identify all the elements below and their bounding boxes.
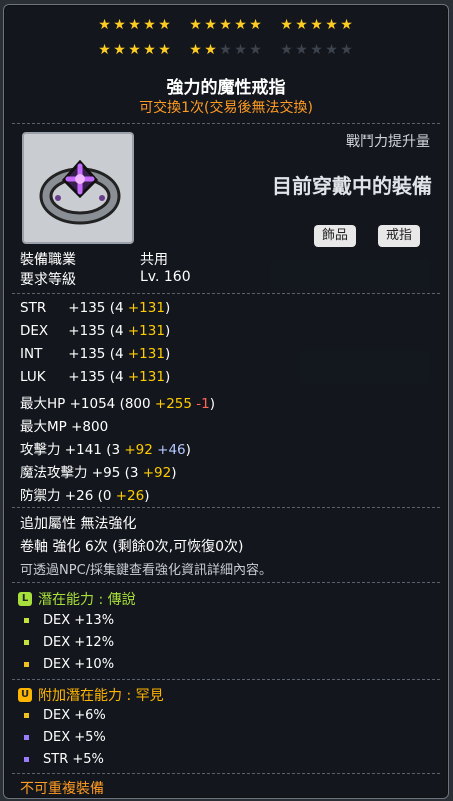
potential-label: 潛在能力 : 傳說 [38, 592, 136, 608]
npc-note: 可透過NPC/採集鍵查看強化資訊詳細內容。 [20, 563, 273, 578]
star-filled-icon: ★ [98, 17, 111, 33]
star-filled-icon: ★ [204, 17, 217, 33]
divider [12, 507, 440, 508]
bullet-icon [24, 757, 29, 762]
star-filled-icon: ★ [158, 17, 171, 33]
potential-line: DEX +10% [24, 657, 114, 672]
additional-potential-line: STR +5% [24, 752, 104, 767]
divider [12, 293, 440, 294]
additional-attribute: 追加屬性 無法強化 [20, 516, 137, 532]
divider [12, 773, 440, 774]
star-empty-icon: ★ [249, 42, 262, 58]
bullet-icon [24, 735, 29, 740]
purple-cross-ring-icon [39, 159, 121, 225]
divider [12, 582, 440, 583]
star-empty-icon: ★ [340, 42, 353, 58]
star-filled-icon: ★ [128, 42, 141, 58]
stat-str: STR +135 (4 +131) [20, 300, 171, 316]
star-filled-icon: ★ [113, 42, 126, 58]
star-filled-icon: ★ [204, 42, 217, 58]
star-filled-icon: ★ [189, 17, 202, 33]
potential-line: DEX +13% [24, 613, 114, 628]
star-empty-icon: ★ [219, 42, 232, 58]
star-group: ★ ★ ★ ★ ★ [279, 43, 354, 58]
star-filled-icon: ★ [98, 42, 111, 58]
star-group: ★ ★ ★ ★ ★ [279, 18, 354, 33]
potential-header: L 潛在能力 : 傳說 [18, 589, 136, 609]
star-filled-icon: ★ [310, 17, 323, 33]
star-filled-icon: ★ [143, 42, 156, 58]
star-filled-icon: ★ [249, 17, 262, 33]
additional-potential-line: DEX +5% [24, 730, 106, 745]
star-force-row-2: ★ ★ ★ ★ ★ ★ ★ ★ ★ ★ ★ ★ ★ ★ ★ [97, 43, 370, 58]
level-value: Lv. 160 [140, 269, 191, 285]
star-filled-icon: ★ [219, 17, 232, 33]
stat-attack: 攻擊力 +141 (3 +92 +46) [20, 442, 191, 458]
additional-potential-line: DEX +6% [24, 708, 106, 723]
bullet-icon [24, 618, 29, 623]
level-row: 要求等級 Lv. 160 [20, 269, 191, 289]
star-filled-icon: ★ [280, 17, 293, 33]
unique-equip-note: 不可重複裝備 [20, 781, 104, 797]
star-empty-icon: ★ [325, 42, 338, 58]
stat-int: INT +135 (4 +131) [20, 346, 171, 362]
stat-max-hp: 最大HP +1054 (800 +255 -1) [20, 396, 216, 412]
star-empty-icon: ★ [280, 42, 293, 58]
stat-magic-attack: 魔法攻擊力 +95 (3 +92) [20, 465, 177, 481]
job-row: 裝備職業 共用 [20, 249, 168, 269]
scroll-upgrades: 卷軸 強化 6次 (剩餘0次,可恢復0次) [20, 539, 244, 555]
stat-luk: LUK +135 (4 +131) [20, 369, 171, 385]
type-badge: 戒指 [378, 225, 421, 247]
star-filled-icon: ★ [340, 17, 353, 33]
star-filled-icon: ★ [325, 17, 338, 33]
star-group: ★ ★ ★ ★ ★ [97, 18, 172, 33]
star-empty-icon: ★ [295, 42, 308, 58]
bullet-icon [24, 640, 29, 645]
star-filled-icon: ★ [234, 17, 247, 33]
item-icon-frame [22, 132, 134, 244]
star-group: ★ ★ ★ ★ ★ [188, 43, 263, 58]
star-force-row-1: ★ ★ ★ ★ ★ ★ ★ ★ ★ ★ ★ ★ ★ ★ ★ [97, 18, 370, 33]
item-tooltip: ★ ★ ★ ★ ★ ★ ★ ★ ★ ★ ★ ★ ★ ★ ★ ★ ★ ★ ★ ★ ★ ★ ★ ★ ★ ★ ★ ★ ★ ★ 強力的魔… [3, 4, 449, 799]
potential-line: DEX +12% [24, 635, 114, 650]
additional-potential-header: U 附加潛在能力 : 罕見 [18, 685, 164, 705]
stat-max-mp: 最大MP +800 [20, 419, 109, 435]
star-empty-icon: ★ [234, 42, 247, 58]
bullet-icon [24, 713, 29, 718]
equipped-label: 目前穿戴中的裝備 [272, 174, 432, 198]
unique-grade-icon: U [18, 688, 32, 702]
star-filled-icon: ★ [113, 17, 126, 33]
trade-note: 可交換1次(交易後無法交換) [139, 100, 313, 116]
star-group: ★ ★ ★ ★ ★ [188, 18, 263, 33]
star-filled-icon: ★ [295, 17, 308, 33]
legendary-grade-icon: L [18, 592, 32, 606]
stat-defense: 防禦力 +26 (0 +26) [20, 488, 150, 504]
additional-potential-label: 附加潛在能力 : 罕見 [38, 688, 164, 704]
stat-dex: DEX +135 (4 +131) [20, 323, 171, 339]
divider [12, 679, 440, 680]
star-empty-icon: ★ [310, 42, 323, 58]
star-group: ★ ★ ★ ★ ★ [97, 43, 172, 58]
star-filled-icon: ★ [189, 42, 202, 58]
job-label: 裝備職業 [20, 252, 76, 268]
star-filled-icon: ★ [128, 17, 141, 33]
combat-power-label: 戰鬥力提升量 [346, 134, 430, 150]
star-filled-icon: ★ [143, 17, 156, 33]
bullet-icon [24, 662, 29, 667]
divider [12, 123, 440, 124]
category-badge: 飾品 [314, 225, 357, 247]
job-value: 共用 [140, 252, 168, 268]
star-filled-icon: ★ [158, 42, 171, 58]
level-label: 要求等級 [20, 272, 76, 288]
item-name: 強力的魔性戒指 [166, 78, 286, 98]
